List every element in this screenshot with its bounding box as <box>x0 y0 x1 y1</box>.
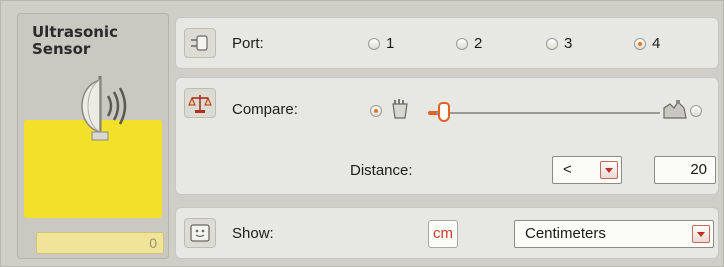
compare-far-option[interactable] <box>690 105 702 117</box>
units-value: Centimeters <box>525 225 606 242</box>
near-object-icon <box>392 99 408 119</box>
radio-dot-selected[interactable] <box>634 37 646 50</box>
chevron-down-icon[interactable] <box>692 225 710 243</box>
port-row: Port: 1 2 3 4 <box>175 17 719 69</box>
radio-dot[interactable] <box>546 37 558 50</box>
port-option-1[interactable]: 1 <box>368 35 394 52</box>
radio-dot[interactable] <box>456 37 468 50</box>
port-option-4[interactable]: 4 <box>634 35 660 52</box>
port-option-2-label: 2 <box>474 35 483 52</box>
radio-dot-selected[interactable] <box>370 105 382 117</box>
operator-dropdown[interactable]: < <box>552 156 622 184</box>
block-title-line1: Ultrasonic <box>32 23 118 41</box>
distance-slider-handle[interactable] <box>438 102 450 122</box>
units-cm-button[interactable]: cm <box>428 220 458 248</box>
ultrasonic-block-config: Ultrasonic Sensor 0 Port: 1 2 3 4 Compar… <box>0 0 724 267</box>
radio-dot[interactable] <box>368 37 380 50</box>
radio-dot[interactable] <box>690 105 702 117</box>
block-title: Ultrasonic Sensor <box>32 24 118 58</box>
compare-row: Compare: Distance: < 20 <box>175 77 719 195</box>
port-option-1-label: 1 <box>386 35 395 52</box>
operator-value: < <box>563 161 572 178</box>
compare-near-option[interactable] <box>370 105 382 117</box>
distance-value-field[interactable]: 20 <box>654 156 716 184</box>
port-plug-icon <box>184 28 216 58</box>
port-option-2[interactable]: 2 <box>456 35 482 52</box>
show-row: Show: cm Centimeters <box>175 207 719 259</box>
port-option-4-label: 4 <box>652 35 661 52</box>
ultrasonic-sensor-icon <box>81 76 127 141</box>
sensor-value-display: 0 <box>36 232 164 254</box>
block-summary-panel: Ultrasonic Sensor 0 <box>17 13 169 259</box>
port-option-3[interactable]: 3 <box>546 35 572 52</box>
block-title-line2: Sensor <box>32 40 91 58</box>
chevron-down-icon[interactable] <box>600 161 618 179</box>
scale-balance-icon <box>184 88 216 118</box>
distance-label: Distance: <box>350 162 413 179</box>
units-dropdown[interactable]: Centimeters <box>514 220 714 248</box>
show-label: Show: <box>232 225 274 242</box>
compare-label: Compare: <box>232 101 298 118</box>
distance-slider-track[interactable] <box>436 112 660 114</box>
display-face-icon <box>184 218 216 248</box>
port-option-3-label: 3 <box>564 35 573 52</box>
port-label: Port: <box>232 35 264 52</box>
far-object-icon <box>663 100 687 119</box>
